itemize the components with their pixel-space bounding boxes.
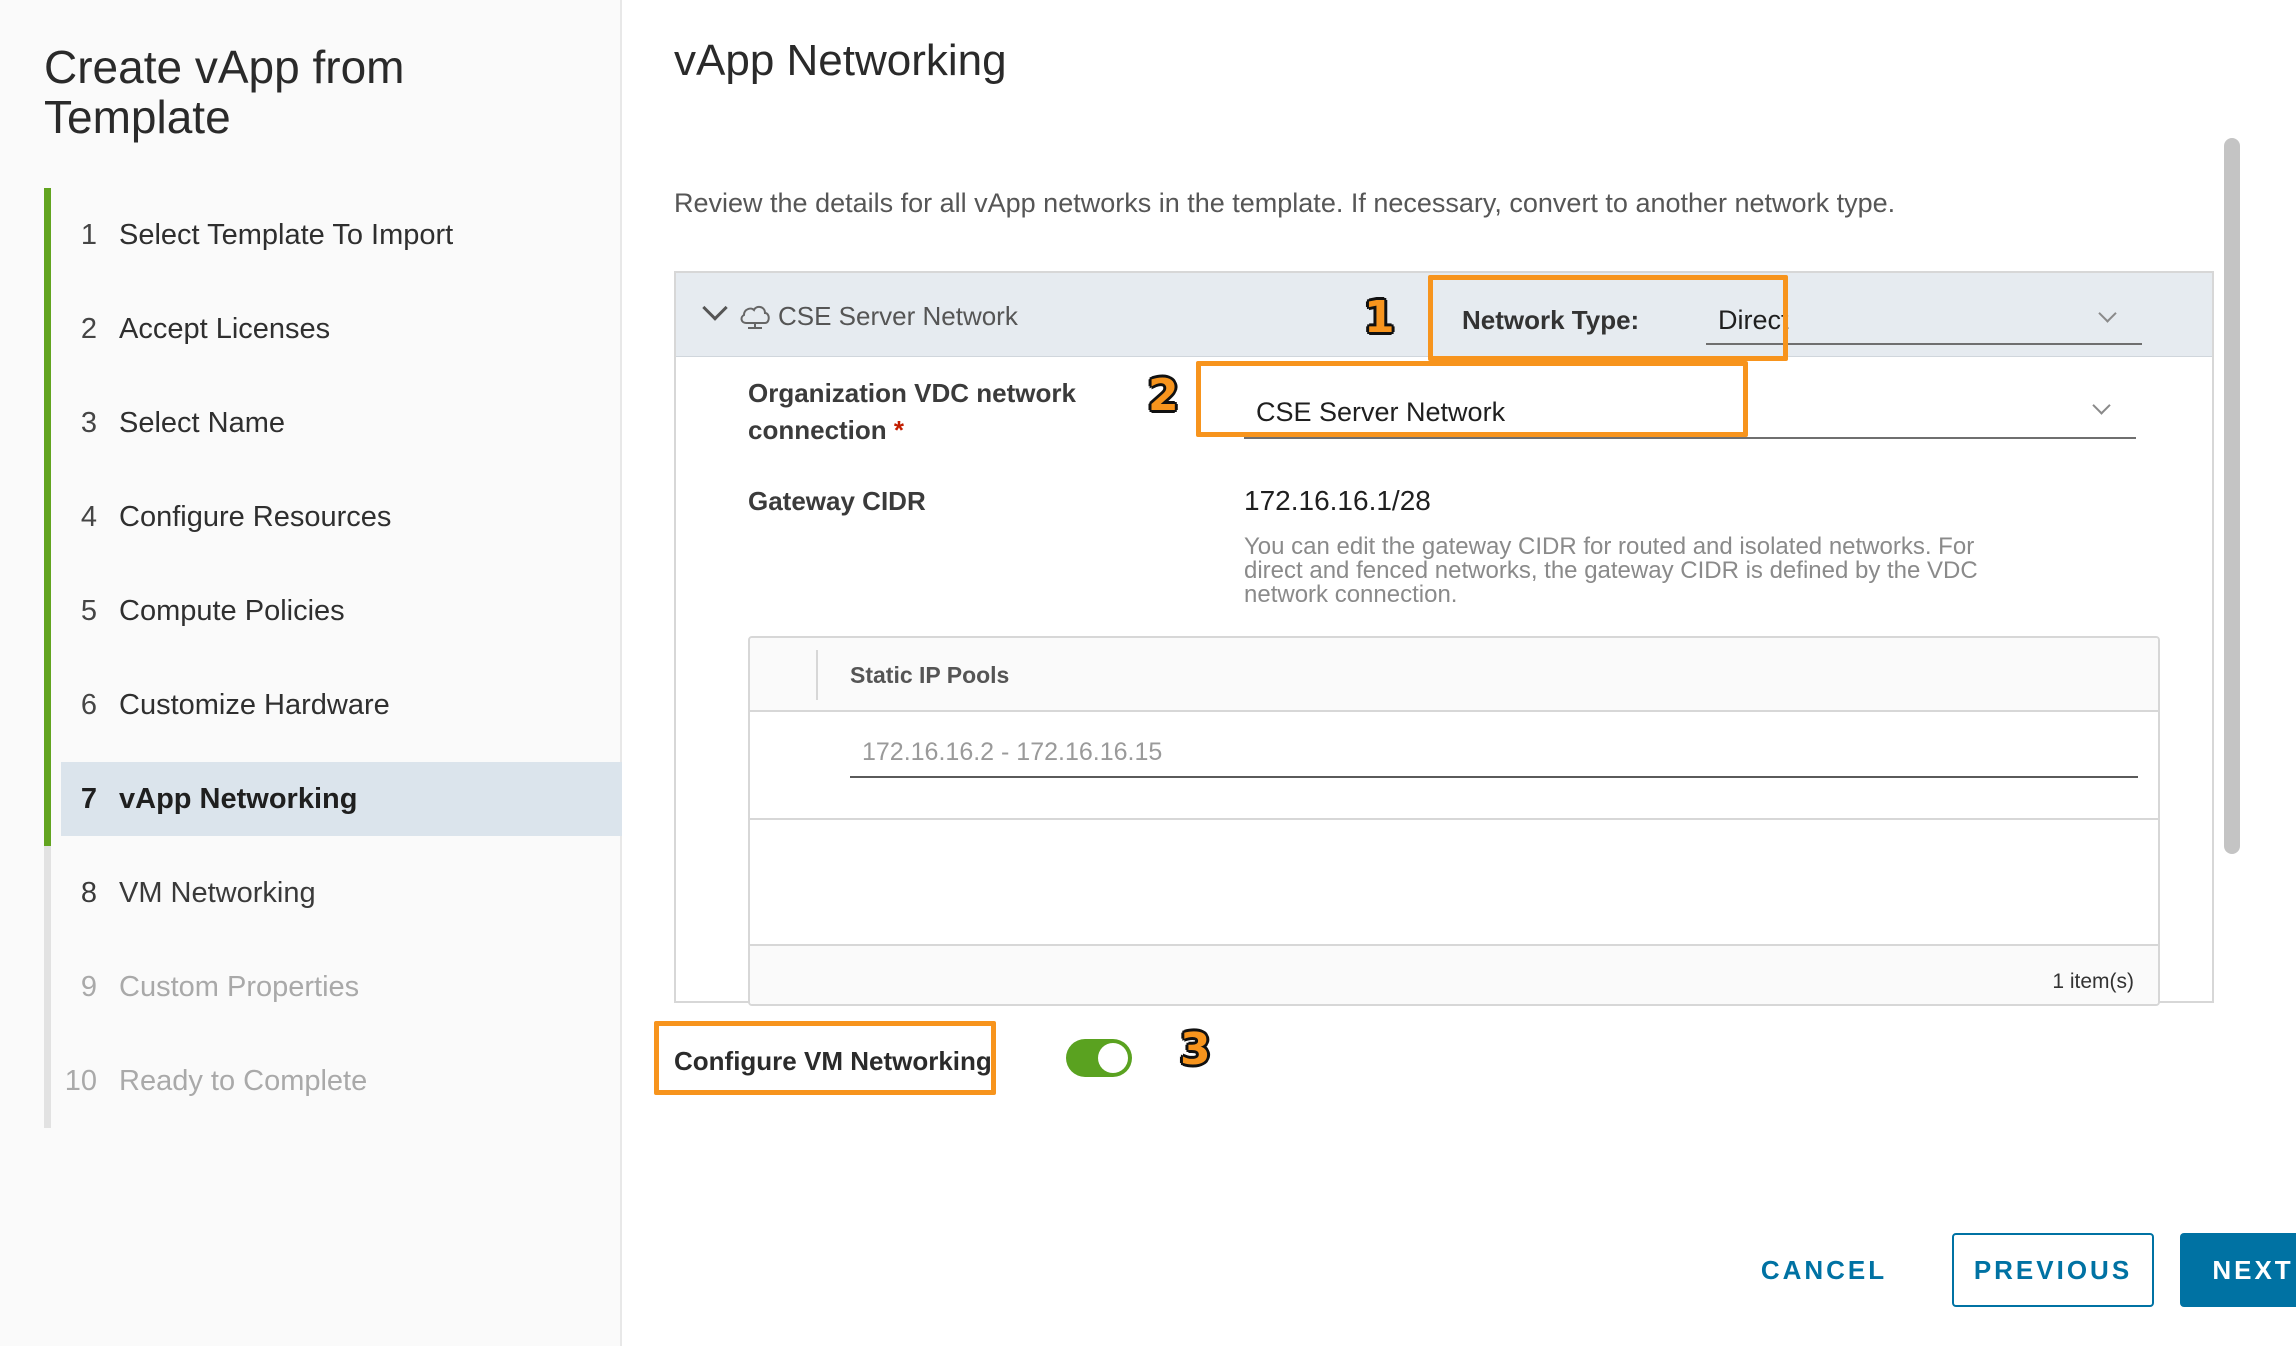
step-ready-to-complete: 10 Ready to Complete [44, 1034, 622, 1128]
highlight-configure-vm [654, 1021, 996, 1095]
step-number: 7 [80, 782, 97, 815]
configure-vm-networking-toggle[interactable] [1066, 1039, 1132, 1077]
gateway-cidr-value: 172.16.16.1/28 [1244, 485, 1431, 516]
step-custom-properties: 9 Custom Properties [44, 940, 622, 1034]
ip-pool-value: 172.16.16.2 - 172.16.16.15 [862, 738, 1163, 766]
annotation-badge-1: 1 [1364, 292, 1395, 343]
step-number: 6 [80, 688, 97, 721]
step-select-name[interactable]: 3 Select Name [44, 376, 622, 470]
cancel-button[interactable]: CANCEL [1724, 1233, 1924, 1307]
step-accept-licenses[interactable]: 2 Accept Licenses [44, 282, 622, 376]
chevron-down-icon [2092, 396, 2111, 415]
step-number: 4 [80, 500, 97, 533]
gateway-cidr-label: Gateway CIDR [748, 486, 926, 516]
gateway-help-line3: network connection. [1244, 581, 1458, 608]
step-label: Compute Policies [119, 594, 345, 627]
chevron-down-icon[interactable] [702, 295, 728, 321]
previous-button[interactable]: PREVIOUS [1952, 1233, 2154, 1307]
step-vapp-networking[interactable]: 7 vApp Networking [44, 752, 622, 846]
step-number: 3 [80, 406, 97, 439]
step-vm-networking[interactable]: 8 VM Networking [44, 846, 622, 940]
step-number: 1 [80, 218, 97, 251]
step-label: Configure Resources [119, 500, 392, 533]
step-select-template[interactable]: 1 Select Template To Import [44, 188, 622, 282]
wizard-sidebar: Create vApp from Template 1 Select Templ… [0, 0, 622, 1346]
vertical-scrollbar[interactable] [2224, 138, 2240, 854]
gateway-help-line1: You can edit the gateway CIDR for routed… [1244, 533, 1975, 560]
grid-footer: 1 item(s) [750, 944, 2158, 1004]
step-label: Ready to Complete [119, 1064, 368, 1097]
step-number: 9 [80, 970, 97, 1003]
highlight-org-vdc [1196, 361, 1748, 437]
step-compute-policies[interactable]: 5 Compute Policies [44, 564, 622, 658]
gateway-help-line2: direct and fenced networks, the gateway … [1244, 557, 1978, 584]
annotation-badge-3: 3 [1180, 1024, 1211, 1075]
step-number: 2 [80, 312, 97, 345]
org-vdc-label-line2: connection [748, 415, 887, 445]
step-number: 5 [80, 594, 97, 627]
ip-pool-input[interactable]: 172.16.16.2 - 172.16.16.15 [850, 728, 2138, 778]
org-vdc-label: Organization VDC network connection * [748, 375, 1076, 449]
step-number: 10 [64, 1064, 97, 1097]
step-customize-hardware[interactable]: 6 Customize Hardware [44, 658, 622, 752]
page-title: vApp Networking [674, 36, 1007, 85]
step-label: vApp Networking [119, 782, 358, 815]
toggle-knob [1098, 1043, 1128, 1073]
wizard-title: Create vApp from Template [44, 41, 405, 143]
step-label: Select Name [119, 406, 286, 439]
wizard-steps: 1 Select Template To Import 2 Accept Lic… [44, 188, 622, 1128]
step-label: Custom Properties [119, 970, 360, 1003]
required-marker: * [893, 415, 905, 445]
item-count: 1 item(s) [2052, 970, 2134, 993]
highlight-network-type [1428, 275, 1788, 361]
step-label: Accept Licenses [119, 312, 331, 345]
next-button[interactable]: NEXT [2180, 1233, 2296, 1307]
annotation-badge-2: 2 [1148, 370, 1179, 421]
network-name: CSE Server Network [778, 301, 1018, 331]
step-number: 8 [80, 876, 97, 909]
step-configure-resources[interactable]: 4 Configure Resources [44, 470, 622, 564]
grid-header: Static IP Pools [750, 638, 2158, 712]
column-separator [816, 650, 818, 700]
step-label: VM Networking [119, 876, 316, 909]
main-content: vApp Networking Review the details for a… [624, 0, 2296, 1346]
gateway-help-text: You can edit the gateway CIDR for routed… [1244, 535, 2104, 607]
static-ip-pools-grid: Static IP Pools 172.16.16.2 - 172.16.16.… [748, 636, 2160, 1006]
table-row: 172.16.16.2 - 172.16.16.15 [750, 712, 2158, 820]
page-description: Review the details for all vApp networks… [674, 188, 1896, 218]
static-ip-pools-column: Static IP Pools [850, 662, 1010, 688]
cloud-icon [740, 305, 770, 329]
step-label: Select Template To Import [119, 218, 454, 251]
step-label: Customize Hardware [119, 688, 390, 721]
org-vdc-label-line1: Organization VDC network [748, 378, 1076, 408]
chevron-down-icon [2098, 304, 2117, 323]
